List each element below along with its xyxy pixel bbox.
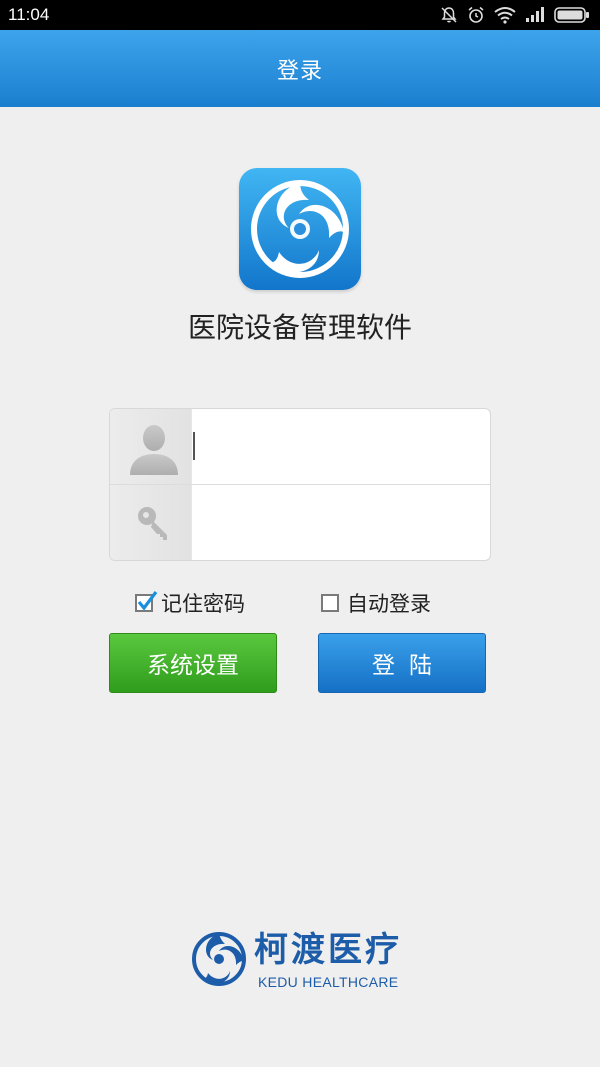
signal-icon (525, 7, 545, 23)
header-bar: 登录 (0, 30, 600, 107)
auto-login-label: 自动登录 (347, 592, 431, 616)
password-input[interactable] (192, 485, 484, 560)
username-row (110, 409, 490, 485)
text-cursor (193, 432, 195, 460)
system-settings-button[interactable]: 系统设置 (109, 633, 277, 693)
login-form (109, 408, 491, 561)
status-time: 11:04 (8, 5, 50, 24)
app-logo-icon (239, 168, 361, 290)
auto-login-checkbox[interactable] (321, 594, 339, 612)
remember-password-option[interactable]: 记住密码 (135, 588, 245, 618)
remember-password-label: 记住密码 (161, 592, 245, 616)
status-bar: 11:04 (0, 0, 600, 30)
brand-footer: 柯渡医疗 KEDU HEALTHCARE (190, 928, 420, 994)
wifi-icon (494, 6, 516, 24)
page-title: 登录 (276, 58, 323, 84)
status-icons (440, 6, 590, 24)
password-row (110, 485, 490, 560)
brand-english-name: KEDU HEALTHCARE (258, 974, 399, 990)
battery-icon (554, 7, 590, 23)
notifications-off-icon (440, 6, 458, 24)
key-icon (110, 485, 192, 560)
checkmark-icon (137, 591, 158, 611)
brand-logo-icon (192, 932, 246, 986)
app-name: 医院设备管理软件 (187, 311, 412, 344)
remember-password-checkbox[interactable] (135, 591, 158, 612)
username-input[interactable] (192, 409, 484, 484)
login-button[interactable]: 登陆 (318, 633, 486, 693)
alarm-clock-icon (467, 6, 485, 24)
auto-login-option[interactable]: 自动登录 (321, 588, 431, 618)
brand-name: 柯渡医疗 (254, 930, 402, 970)
user-icon (110, 409, 192, 484)
